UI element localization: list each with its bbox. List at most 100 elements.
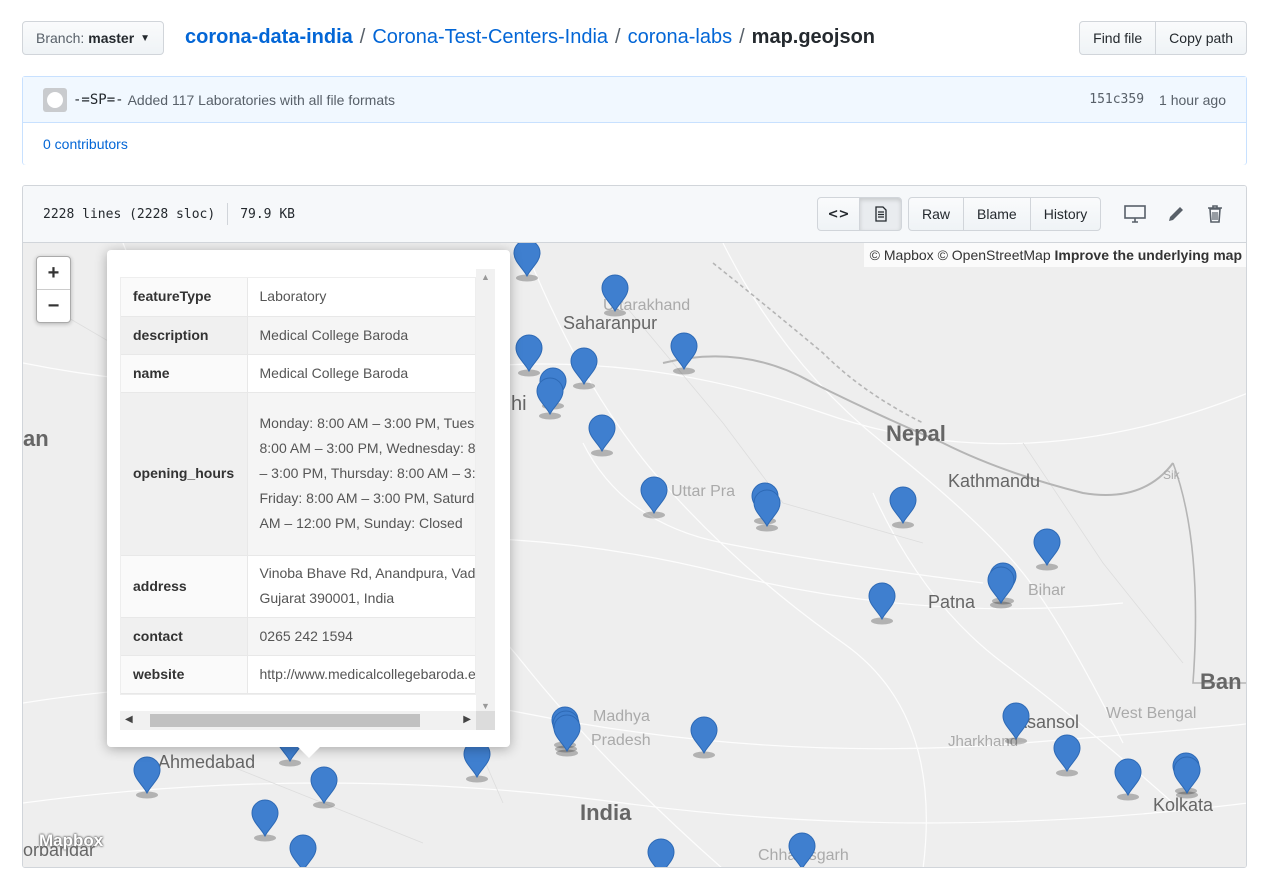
desktop-icon[interactable] xyxy=(1124,205,1146,223)
source-view-button[interactable]: <> xyxy=(817,197,860,231)
map-marker[interactable] xyxy=(1171,755,1203,799)
popup-row: description Medical College Baroda xyxy=(121,316,475,355)
popup-key: description xyxy=(121,316,248,355)
map-marker[interactable] xyxy=(1000,701,1032,745)
mapbox-logo[interactable]: Mapbox xyxy=(39,831,103,851)
popup-key: website xyxy=(121,655,248,694)
popup-key: contact xyxy=(121,617,248,656)
popup-value: http://www.medicalcollegebaroda.edu.in xyxy=(247,655,475,694)
map-label-kathmandu: Kathmandu xyxy=(948,471,1041,491)
file-viewer: 2228 lines (2228 sloc) 79.9 KB <> Raw Bl… xyxy=(22,185,1247,868)
avatar[interactable] xyxy=(43,87,67,112)
commit-tease: -=SP=- Added 117 Laboratories with all f… xyxy=(22,76,1247,165)
map-marker[interactable] xyxy=(308,765,340,809)
map-marker[interactable] xyxy=(534,376,566,420)
popup-value: Medical College Baroda xyxy=(247,354,475,393)
file-header: 2228 lines (2228 sloc) 79.9 KB <> Raw Bl… xyxy=(23,186,1246,243)
map-marker[interactable] xyxy=(751,488,783,532)
popup-row: addressVinoba Bhave Rd, Anandpura, Vadod… xyxy=(121,555,475,618)
map-marker[interactable] xyxy=(599,273,631,317)
commit-sha[interactable]: 151c359 xyxy=(1089,92,1144,107)
breadcrumb-dir1-link[interactable]: Corona-Test-Centers-India xyxy=(372,26,608,49)
improve-map-link[interactable]: Improve the underlying map xyxy=(1055,247,1242,263)
contributors-link[interactable]: 0 contributors xyxy=(43,136,128,152)
popup-value: Monday: 8:00 AM – 3:00 PM, Tuesday: 8:00… xyxy=(247,392,475,556)
map-marker[interactable] xyxy=(131,755,163,799)
map-marker[interactable] xyxy=(568,346,600,390)
map-marker[interactable] xyxy=(645,837,677,867)
popup-key: address xyxy=(121,555,248,618)
map-marker[interactable] xyxy=(1051,733,1083,777)
popup-value: Vinoba Bhave Rd, Anandpura, Vadodara, Gu… xyxy=(247,555,475,618)
zoom-control: + − xyxy=(36,256,71,323)
map-label-patna: Patna xyxy=(928,592,976,612)
map-label-ahmedabad: Ahmedabad xyxy=(158,752,256,772)
scrollbar-thumb[interactable] xyxy=(150,714,420,727)
breadcrumb-separator: / xyxy=(615,26,621,48)
file-info: 2228 lines (2228 sloc) 79.9 KB xyxy=(43,203,295,225)
map-marker[interactable] xyxy=(985,565,1017,609)
map-label-nepal: Nepal xyxy=(886,421,946,446)
popup-row: contact 0265 242 1594 xyxy=(121,617,475,656)
history-button[interactable]: History xyxy=(1029,197,1102,231)
map-marker[interactable] xyxy=(887,485,919,529)
map-marker[interactable] xyxy=(586,413,618,457)
view-toggle: <> xyxy=(817,197,902,231)
scroll-left-icon[interactable]: ◀ xyxy=(125,714,133,725)
map-marker[interactable] xyxy=(638,475,670,519)
blame-button[interactable]: Blame xyxy=(963,197,1031,231)
breadcrumb: corona-data-india / Corona-Test-Centers-… xyxy=(185,26,875,49)
popup-properties-table: featureType Laboratory description Medical … xyxy=(120,277,476,695)
zoom-in-button[interactable]: + xyxy=(37,257,70,290)
map-marker[interactable] xyxy=(249,798,281,842)
scroll-right-icon[interactable]: ▶ xyxy=(463,714,471,725)
copy-path-button[interactable]: Copy path xyxy=(1155,21,1247,55)
scrollbar-corner xyxy=(476,711,495,730)
commit-author[interactable]: -=SP=- xyxy=(73,92,124,108)
contributors-row: 0 contributors xyxy=(23,123,1246,165)
popup-tip xyxy=(297,746,321,758)
geojson-map[interactable]: Nepal Kathmandu India Saharanpur Uttarak… xyxy=(23,243,1246,867)
popup-row: opening_hours Monday: 8:00 AM – 3:00 PM, … xyxy=(121,392,475,556)
divider xyxy=(227,203,229,225)
commit-summary: -=SP=- Added 117 Laboratories with all f… xyxy=(23,77,1246,123)
map-label-pradesh: Pradesh xyxy=(591,732,651,749)
popup-row: featureType Laboratory xyxy=(121,278,475,317)
popup-row: website http://www.medicalcollegebaroda.e… xyxy=(121,655,475,694)
popup-key: featureType xyxy=(121,278,248,317)
find-file-button[interactable]: Find file xyxy=(1079,21,1157,55)
map-marker[interactable] xyxy=(511,243,543,282)
popup-vertical-scrollbar[interactable]: ▲ ▼ xyxy=(476,269,495,714)
rendered-view-button[interactable] xyxy=(859,197,902,231)
zoom-out-button[interactable]: − xyxy=(37,290,70,323)
breadcrumb-repo-link[interactable]: corona-data-india xyxy=(185,26,353,49)
caret-down-icon: ▼ xyxy=(140,32,151,44)
map-label-pakistan: an xyxy=(23,426,49,451)
scroll-up-icon[interactable]: ▲ xyxy=(481,272,490,282)
commit-message[interactable]: Added 117 Laboratories with all file for… xyxy=(128,92,395,108)
map-marker[interactable] xyxy=(551,713,583,757)
map-marker[interactable] xyxy=(287,833,319,867)
map-marker[interactable] xyxy=(688,715,720,759)
map-marker[interactable] xyxy=(786,831,818,867)
branch-value: master xyxy=(88,30,135,46)
map-marker[interactable] xyxy=(1031,527,1063,571)
file-icon-actions xyxy=(1124,204,1224,224)
blob-action-group: Raw Blame History xyxy=(908,197,1102,231)
pencil-icon[interactable] xyxy=(1166,204,1186,224)
popup-value: 0265 242 1594 xyxy=(247,617,475,656)
breadcrumb-dir2-link[interactable]: corona-labs xyxy=(628,26,733,49)
map-marker[interactable] xyxy=(866,581,898,625)
code-icon: <> xyxy=(827,206,850,222)
map-marker[interactable] xyxy=(668,331,700,375)
map-label-west-bengal: West Bengal xyxy=(1106,705,1197,722)
trash-icon[interactable] xyxy=(1206,204,1224,224)
map-label-madhya: Madhya xyxy=(593,708,650,725)
popup-horizontal-scrollbar[interactable]: ◀ ▶ xyxy=(120,711,476,730)
branch-label: Branch: xyxy=(36,30,85,46)
scroll-down-icon[interactable]: ▼ xyxy=(481,701,490,711)
map-marker[interactable] xyxy=(1112,757,1144,801)
breadcrumb-separator: / xyxy=(739,26,745,48)
raw-button[interactable]: Raw xyxy=(908,197,965,231)
branch-selector[interactable]: Branch: master ▼ xyxy=(22,21,165,55)
